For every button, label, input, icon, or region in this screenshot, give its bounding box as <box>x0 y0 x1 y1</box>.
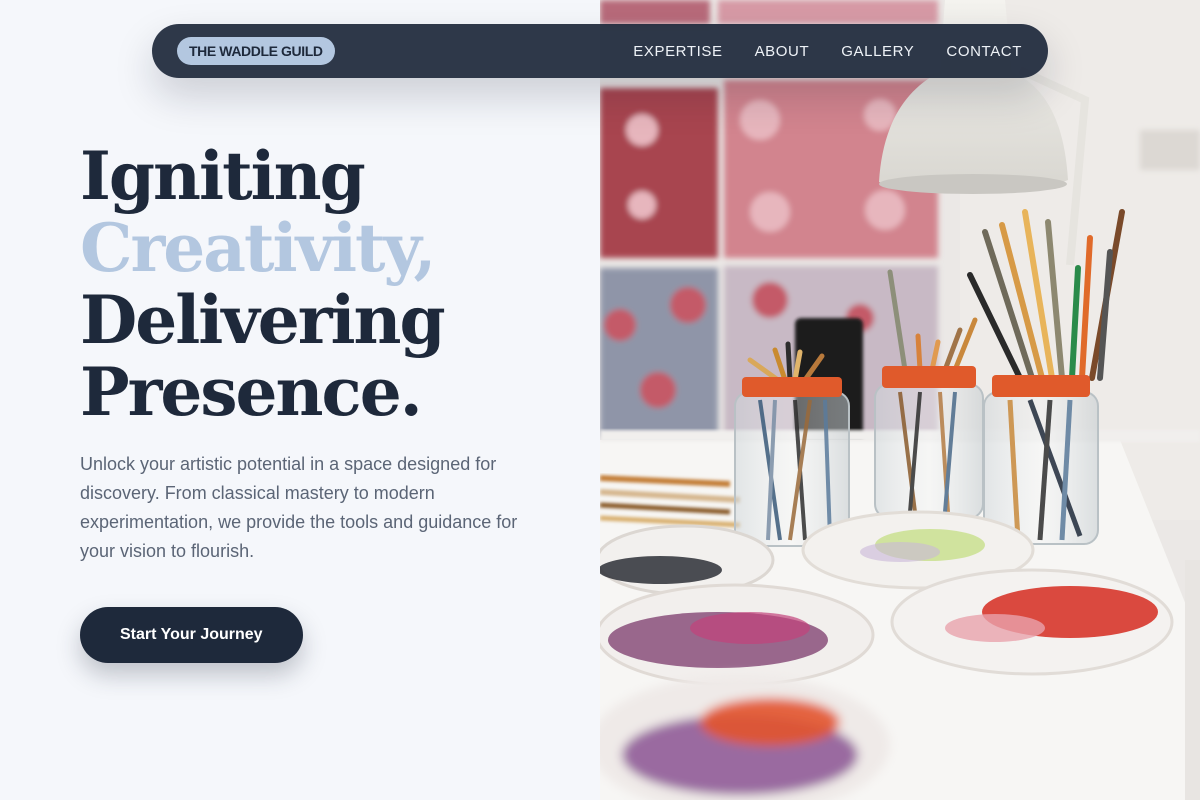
top-navbar: THE WADDLE GUILD EXPERTISE ABOUT GALLERY… <box>152 24 1048 78</box>
headline-line-3: Delivering <box>80 281 446 359</box>
hero-headline: Igniting Creativity, Delivering Presence… <box>80 137 446 431</box>
headline-line-1: Igniting <box>80 137 366 215</box>
start-journey-button[interactable]: Start Your Journey <box>80 607 303 663</box>
headline-line-2-accent: Creativity, <box>80 209 437 287</box>
nav-menu: EXPERTISE ABOUT GALLERY CONTACT <box>633 43 1022 60</box>
hero-description: Unlock your artistic potential in a spac… <box>80 454 518 561</box>
landing-page: THE WADDLE GUILD EXPERTISE ABOUT GALLERY… <box>0 0 1200 800</box>
nav-link-gallery[interactable]: GALLERY <box>841 43 914 60</box>
nav-link-about[interactable]: ABOUT <box>755 43 810 60</box>
nav-link-expertise[interactable]: EXPERTISE <box>633 43 722 60</box>
nav-link-contact[interactable]: CONTACT <box>946 43 1022 60</box>
brand-logo[interactable]: THE WADDLE GUILD <box>177 37 335 65</box>
hero-image <box>600 0 1200 800</box>
headline-line-4: Presence. <box>80 353 423 431</box>
